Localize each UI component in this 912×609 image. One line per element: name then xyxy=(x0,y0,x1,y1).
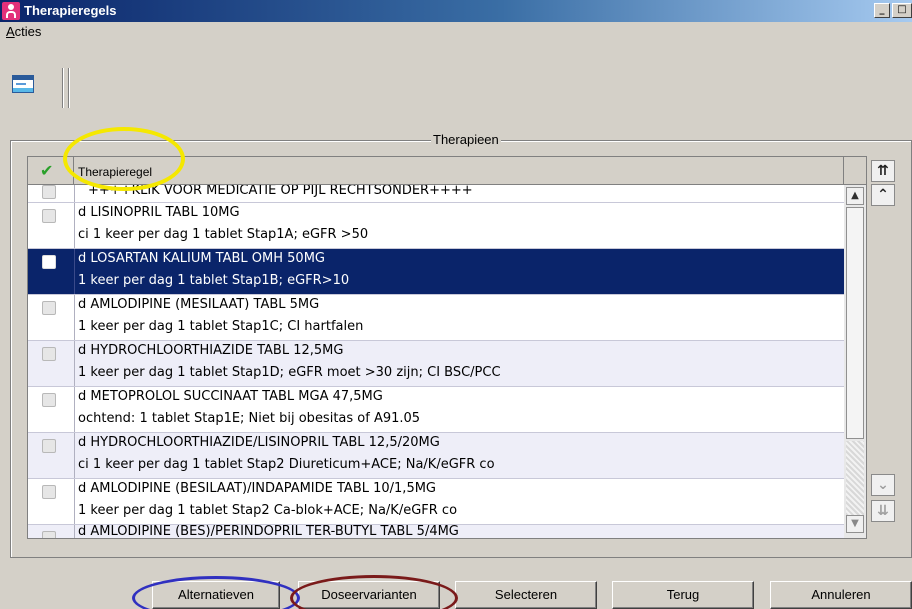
row-checkbox[interactable] xyxy=(42,393,56,407)
toolbar-separator xyxy=(68,68,70,108)
group-title: Therapieen xyxy=(431,132,501,147)
table-row[interactable]: d HYDROCHLOORTHIAZIDE/LISINOPRIL TABL 12… xyxy=(28,433,844,479)
row-line1: d AMLODIPINE (MESILAAT) TABL 5MG xyxy=(78,297,320,312)
grid-header: ✔ Therapieregel xyxy=(28,157,866,185)
toolbar-separator xyxy=(62,68,64,108)
menu-bar: Acties xyxy=(0,22,912,41)
scroll-thumb[interactable] xyxy=(846,207,864,439)
title-bar[interactable]: Therapieregels _ □ xyxy=(0,0,912,22)
row-line1: d AMLODIPINE (BESILAAT)/INDAPAMIDE TABL … xyxy=(78,481,437,496)
row-line2: ci 1 keer per dag 1 tablet Stap2 Diureti… xyxy=(78,457,495,472)
row-line1: d AMLODIPINE (BES)/PERINDOPRIL TER-BUTYL… xyxy=(78,525,459,539)
row-checkbox[interactable] xyxy=(42,255,56,269)
row-line1: d LOSARTAN KALIUM TABL OMH 50MG xyxy=(78,251,325,266)
row-checkbox[interactable] xyxy=(42,209,56,223)
checkmark-icon: ✔ xyxy=(40,161,54,180)
row-line1: d HYDROCHLOORTHIAZIDE/LISINOPRIL TABL 12… xyxy=(78,435,440,450)
grid-scrollbar[interactable]: ▲ ▼ xyxy=(844,185,866,538)
row-checkbox[interactable] xyxy=(42,439,56,453)
scroll-up-icon[interactable]: ▲ xyxy=(846,187,864,205)
terug-button[interactable]: Terug xyxy=(612,581,754,609)
annuleren-button[interactable]: Annuleren xyxy=(770,581,912,609)
therapieregel-grid[interactable]: ✔ Therapieregel ++++KLIK VOOR MEDICATIE … xyxy=(27,156,867,539)
row-line2: ci 1 keer per dag 1 tablet Stap1A; eGFR … xyxy=(78,227,369,242)
row-line1: d LISINOPRIL TABL 10MG xyxy=(78,205,240,220)
doseervarianten-button[interactable]: Doseervarianten xyxy=(298,581,440,609)
row-checkbox[interactable] xyxy=(42,185,56,199)
minimize-icon[interactable]: _ xyxy=(874,3,890,18)
table-row-selected[interactable]: d LOSARTAN KALIUM TABL OMH 50MG 1 keer p… xyxy=(28,249,844,295)
table-row[interactable]: d AMLODIPINE (BES)/PERINDOPRIL TER-BUTYL… xyxy=(28,525,844,539)
table-row[interactable]: d HYDROCHLOORTHIAZIDE TABL 12,5MG 1 keer… xyxy=(28,341,844,387)
jump-bottom-icon[interactable]: ⇊ xyxy=(871,500,895,522)
maximize-icon[interactable]: □ xyxy=(892,3,912,18)
row-checkbox[interactable] xyxy=(42,301,56,315)
row-line1: d METOPROLOL SUCCINAAT TABL MGA 47,5MG xyxy=(78,389,383,404)
table-row[interactable]: ++++KLIK VOOR MEDICATIE OP PIJL RECHTSON… xyxy=(28,185,844,203)
user-app-icon xyxy=(2,2,20,20)
table-row[interactable]: d METOPROLOL SUCCINAAT TABL MGA 47,5MG o… xyxy=(28,387,844,433)
table-row[interactable]: d LISINOPRIL TABL 10MG ci 1 keer per dag… xyxy=(28,203,844,249)
window-title: Therapieregels xyxy=(24,3,117,18)
selecteren-button[interactable]: Selecteren xyxy=(455,581,597,609)
scroll-track[interactable] xyxy=(846,441,864,515)
page-down-icon[interactable]: ⌄ xyxy=(871,474,895,496)
menu-acties[interactable]: Acties xyxy=(6,24,41,39)
row-line1: ++++KLIK VOOR MEDICATIE OP PIJL RECHTSON… xyxy=(88,185,473,198)
row-line2: 1 keer per dag 1 tablet Stap1D; eGFR moe… xyxy=(78,365,501,380)
list-view-icon[interactable] xyxy=(12,75,34,93)
table-row[interactable]: d AMLODIPINE (MESILAAT) TABL 5MG 1 keer … xyxy=(28,295,844,341)
row-line2: 1 keer per dag 1 tablet Stap2 Ca-blok+AC… xyxy=(78,503,458,518)
header-therapieregel[interactable]: Therapieregel xyxy=(74,157,844,185)
row-checkbox[interactable] xyxy=(42,485,56,499)
table-row[interactable]: d AMLODIPINE (BESILAAT)/INDAPAMIDE TABL … xyxy=(28,479,844,525)
header-filler xyxy=(844,157,866,185)
row-checkbox[interactable] xyxy=(42,347,56,361)
toolbar xyxy=(0,44,912,124)
row-line2: ochtend: 1 tablet Stap1E; Niet bij obesi… xyxy=(78,411,421,426)
page-up-icon[interactable]: ⌃ xyxy=(871,184,895,206)
row-checkbox[interactable] xyxy=(42,531,56,538)
header-check-column[interactable]: ✔ xyxy=(28,157,74,185)
scroll-down-icon[interactable]: ▼ xyxy=(846,515,864,533)
alternatieven-button[interactable]: Alternatieven xyxy=(152,581,280,609)
jump-top-icon[interactable]: ⇈ xyxy=(871,160,895,182)
row-line2: 1 keer per dag 1 tablet Stap1C; CI hartf… xyxy=(78,319,364,334)
row-line1: d HYDROCHLOORTHIAZIDE TABL 12,5MG xyxy=(78,343,344,358)
row-line2: 1 keer per dag 1 tablet Stap1B; eGFR>10 xyxy=(78,273,350,288)
